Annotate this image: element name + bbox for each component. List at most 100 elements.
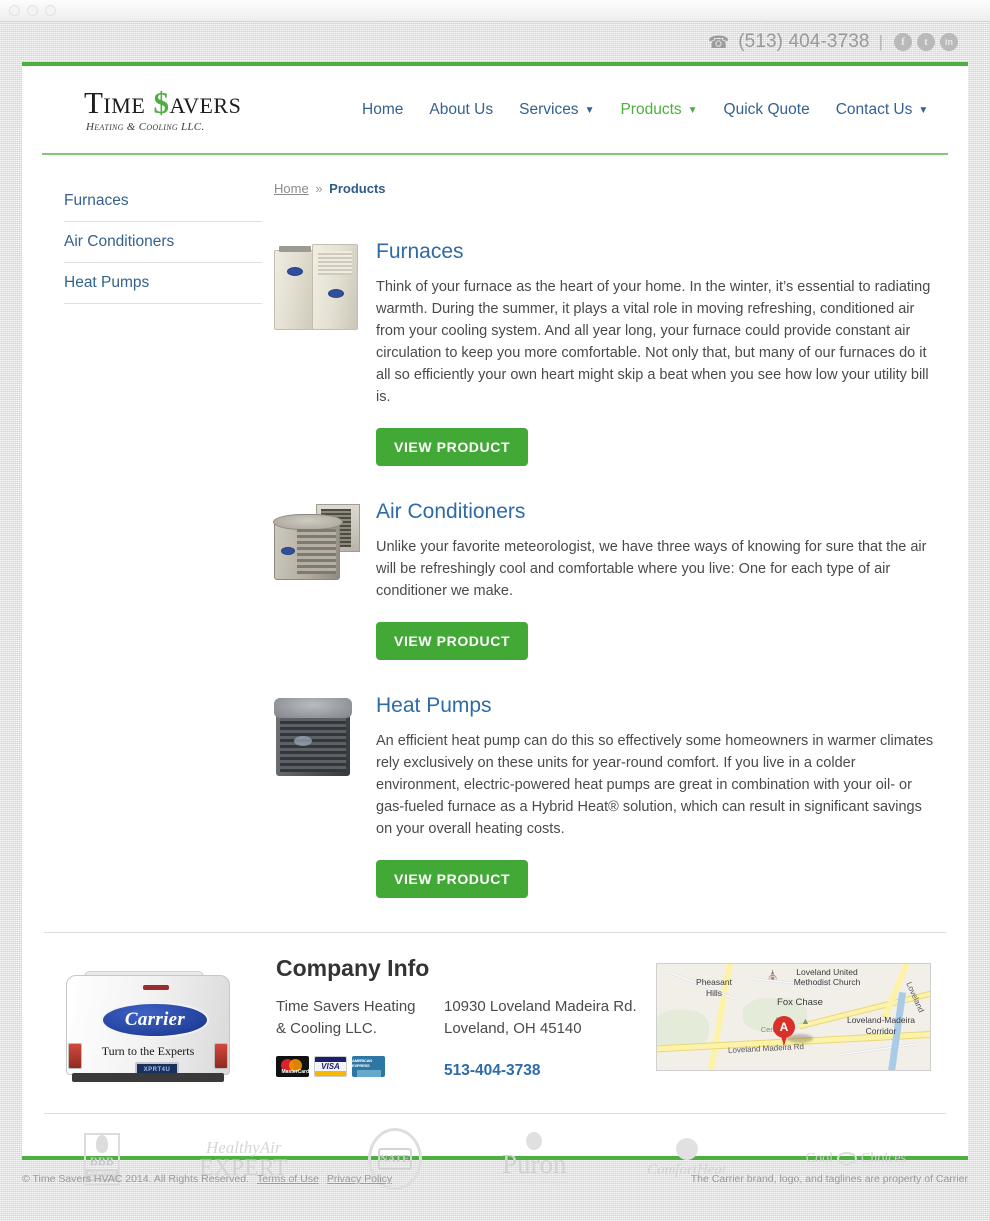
nav-item-home[interactable]: Home	[362, 101, 403, 119]
furnace-illustration	[274, 244, 358, 330]
air-conditioner-illustration	[273, 504, 362, 582]
heat-pump-fan-top	[274, 698, 352, 719]
van-illustration: Carrier Turn to the Experts XPRT4U	[58, 969, 238, 1089]
chevron-down-icon: ▼	[687, 104, 698, 116]
heat-pump-title[interactable]: Heat Pumps	[376, 694, 936, 718]
page-body: Furnaces Air Conditioners Heat Pumps Hom…	[22, 155, 968, 932]
legal-left-group: © Time Savers HVAC 2014. All Rights Rese…	[22, 1173, 392, 1185]
breadcrumb-home-link[interactable]: Home	[274, 181, 309, 196]
main-content: Home » Products Furnaces Think of your f…	[262, 155, 948, 932]
nav-label: Contact Us	[835, 100, 913, 118]
map-marker-a[interactable]: A	[773, 1016, 795, 1047]
furnace-unit-right	[312, 244, 358, 330]
chevron-down-icon: ▼	[584, 104, 595, 116]
header-phone-number[interactable]: (513) 404-3738	[738, 31, 869, 53]
main-navigation: Home About Us Services ▼ Products ▼ Quic…	[362, 101, 928, 119]
map-road	[837, 1042, 917, 1057]
privacy-policy-link[interactable]: Privacy Policy	[327, 1173, 392, 1185]
sidebar-item-heat-pumps[interactable]: Heat Pumps	[64, 263, 262, 304]
copyright-text: © Time Savers HVAC 2014. All Rights Rese…	[22, 1173, 249, 1185]
nav-label: Home	[362, 100, 404, 118]
map-label-methodist-church: Methodist Church	[793, 977, 861, 988]
product-block-air-conditioners: Air Conditioners Unlike your favorite me…	[273, 500, 936, 661]
map-label-fox-chase: Fox Chase	[777, 997, 823, 1009]
carrier-logo-oval: Carrier	[101, 1002, 209, 1039]
nav-label: About Us	[429, 100, 494, 118]
ac-condenser-unit	[273, 514, 343, 581]
nav-label: Services	[519, 100, 579, 118]
carrier-badge-icon	[281, 547, 295, 556]
window-maximize-icon[interactable]	[45, 5, 56, 16]
nav-item-products[interactable]: Products ▼	[620, 101, 697, 119]
company-name-line-2: & Cooling LLC.	[276, 1020, 377, 1038]
carrier-van-image: Carrier Turn to the Experts XPRT4U	[44, 955, 262, 1089]
company-info-section: Company Info Time Savers Heating & Cooli…	[262, 955, 656, 1089]
address-line-2: Loveland, OH 45140	[444, 1020, 582, 1038]
footer-phone-link[interactable]: 513-404-3738	[444, 1062, 656, 1080]
company-info-grid: Time Savers Heating & Cooling LLC. Maste…	[276, 996, 656, 1080]
heat-pump-fins	[280, 718, 346, 773]
mastercard-icon: MasterCard	[276, 1055, 309, 1077]
heat-pump-illustration	[274, 698, 352, 778]
site-footer: Carrier Turn to the Experts XPRT4U Compa…	[44, 932, 946, 1089]
linkedin-icon[interactable]: in	[940, 33, 958, 51]
twitter-icon[interactable]: t	[917, 33, 935, 51]
product-block-furnaces: Furnaces Think of your furnace as the he…	[274, 240, 936, 467]
heat-pump-description: An efficient heat pump can do this so ef…	[376, 733, 934, 838]
chevron-down-icon: ▼	[918, 104, 929, 116]
ac-fan-top	[273, 514, 343, 531]
carrier-badge-icon	[328, 289, 344, 298]
phone-block: ☎ (513) 404-3738	[708, 31, 870, 53]
logo-tagline: Heating & Cooling LLC.	[86, 120, 205, 133]
nav-item-quick-quote[interactable]: Quick Quote	[724, 101, 810, 119]
van-rear-doors: Carrier Turn to the Experts XPRT4U	[66, 975, 230, 1078]
logo-dollar-sign: $	[153, 84, 170, 120]
carrier-badge-icon	[287, 267, 303, 276]
product-block-heat-pumps: Heat Pumps An efficient heat pump can do…	[274, 694, 936, 899]
site-logo[interactable]: Time $avers Heating & Cooling LLC.	[42, 87, 342, 133]
site-header: Time $avers Heating & Cooling LLC. Home …	[42, 66, 948, 155]
air-conditioner-title[interactable]: Air Conditioners	[376, 500, 936, 524]
map-label-hills: Hills	[705, 988, 723, 999]
nav-item-about-us[interactable]: About Us	[429, 101, 493, 119]
header-separator: |	[878, 32, 883, 51]
nav-item-services[interactable]: Services ▼	[519, 101, 594, 119]
nav-item-contact-us[interactable]: Contact Us ▼	[836, 101, 929, 119]
legal-bar: © Time Savers HVAC 2014. All Rights Rese…	[0, 1164, 990, 1194]
furnace-description: Think of your furnace as the heart of yo…	[376, 279, 931, 406]
carrier-tagline: Turn to the Experts	[101, 1044, 195, 1059]
air-conditioner-product-image[interactable]	[273, 500, 374, 660]
puron-globe-icon	[526, 1132, 543, 1151]
heat-pump-product-image[interactable]	[274, 694, 374, 898]
furnace-view-product-button[interactable]: VIEW PRODUCT	[376, 428, 529, 467]
breadcrumb-separator: »	[315, 181, 323, 196]
heat-pump-view-product-button[interactable]: VIEW PRODUCT	[376, 860, 529, 899]
ac-fins	[297, 529, 336, 575]
sidebar-item-furnaces[interactable]: Furnaces	[64, 181, 262, 222]
furnace-product-image[interactable]	[274, 240, 374, 466]
map-canvas[interactable]: ⛪ ▲ Pheasant Hills Loveland United Metho…	[656, 963, 931, 1072]
heat-pump-product-body: Heat Pumps An efficient heat pump can do…	[374, 694, 936, 899]
telephone-icon: ☎	[708, 32, 730, 52]
furnace-title[interactable]: Furnaces	[376, 240, 936, 264]
sidebar-item-air-conditioners[interactable]: Air Conditioners	[64, 222, 262, 263]
window-minimize-icon[interactable]	[27, 5, 38, 16]
tail-light-right-icon	[214, 1043, 228, 1070]
company-name-block: Time Savers Heating & Cooling LLC. Maste…	[276, 996, 444, 1080]
air-conditioner-description: Unlike your favorite meteorologist, we h…	[376, 539, 927, 600]
terms-of-use-link[interactable]: Terms of Use	[257, 1173, 319, 1185]
heat-pump-cabinet	[276, 710, 350, 777]
product-sidebar: Furnaces Air Conditioners Heat Pumps	[42, 155, 262, 932]
social-links: f t in	[894, 33, 958, 51]
air-conditioner-view-product-button[interactable]: VIEW PRODUCT	[376, 622, 529, 661]
furnace-louvre	[318, 251, 352, 275]
window-close-icon[interactable]	[9, 5, 20, 16]
healthy-air-label: HealthyAir	[205, 1137, 282, 1157]
map-label-loveland-madeira-corridor: Loveland-Madeira	[846, 1015, 916, 1026]
nav-label: Quick Quote	[723, 100, 810, 118]
comfort-heat-swirl-icon	[675, 1138, 698, 1161]
location-map[interactable]: ⛪ ▲ Pheasant Hills Loveland United Metho…	[656, 955, 946, 1089]
facebook-icon[interactable]: f	[894, 33, 912, 51]
logo-wordmark: Time $avers	[84, 84, 242, 120]
company-address-block: 10930 Loveland Madeira Rd. Loveland, OH …	[444, 996, 656, 1080]
